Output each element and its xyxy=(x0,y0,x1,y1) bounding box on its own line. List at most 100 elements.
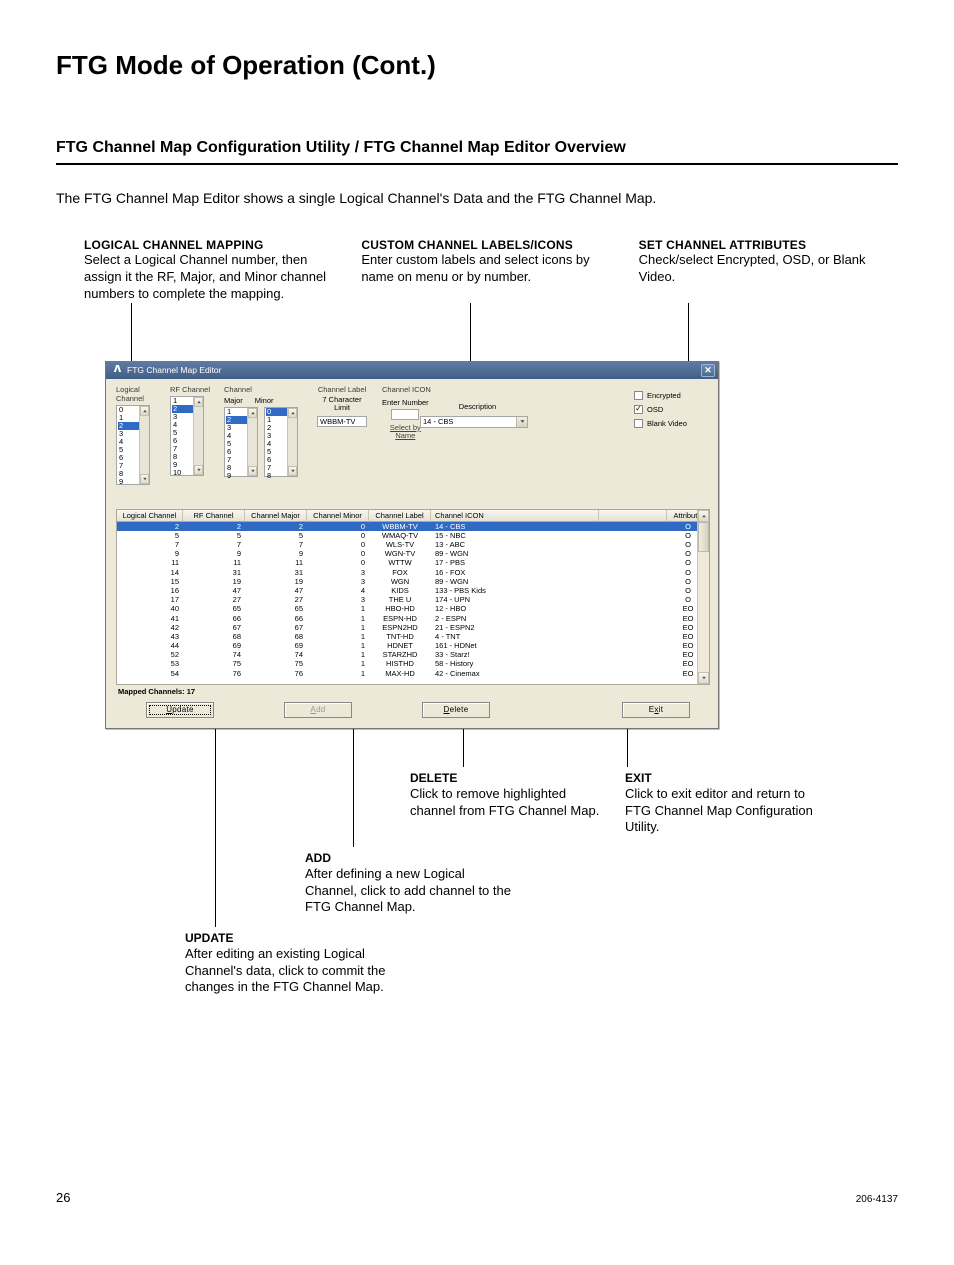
column-header[interactable]: Channel Major xyxy=(245,510,307,522)
cell: 76 xyxy=(183,669,245,678)
cell: 68 xyxy=(183,632,245,641)
table-row[interactable]: 1519193WGN89 - WGNO xyxy=(117,577,709,586)
cell: 89 - WGN xyxy=(431,577,599,586)
cell: 133 - PBS Kids xyxy=(431,586,599,595)
intro-text: The FTG Channel Map Editor shows a singl… xyxy=(56,189,898,208)
cell: 27 xyxy=(245,595,307,604)
cell: 11 xyxy=(183,558,245,567)
table-row[interactable]: 2220WBBM-TV14 - CBSO xyxy=(117,522,709,531)
cell: HBO-HD xyxy=(369,604,431,613)
label-description: Description xyxy=(459,402,497,411)
cell: 16 - FOX xyxy=(431,568,599,577)
scrollbar[interactable] xyxy=(193,397,203,475)
cell: 19 xyxy=(183,577,245,586)
table-row[interactable]: 4267671ESPN2HD21 - ESPN2EO xyxy=(117,623,709,632)
cell xyxy=(599,531,667,540)
minor-list[interactable]: 012345678 xyxy=(264,407,298,477)
table-row[interactable]: 4368681TNT-HD4 - TNTEO xyxy=(117,632,709,641)
cell: WLS-TV xyxy=(369,540,431,549)
cell: WMAQ-TV xyxy=(369,531,431,540)
update-button[interactable]: Update xyxy=(146,702,214,718)
cell: 3 xyxy=(307,568,369,577)
column-header[interactable]: RF Channel xyxy=(183,510,245,522)
cell: 43 xyxy=(117,632,183,641)
cell: 41 xyxy=(117,613,183,622)
titlebar-text: FTG Channel Map Editor xyxy=(127,365,221,375)
cell xyxy=(599,659,667,668)
column-header[interactable]: Channel Label xyxy=(369,510,431,522)
titlebar[interactable]: FTG Channel Map Editor ✕ xyxy=(106,362,718,379)
exit-button[interactable]: Exit xyxy=(622,702,690,718)
icon-description-dropdown[interactable]: 14 - CBS xyxy=(420,416,528,428)
column-header[interactable] xyxy=(599,510,667,522)
table-row[interactable]: 4166661ESPN-HD2 - ESPNEO xyxy=(117,613,709,622)
cell: 69 xyxy=(183,641,245,650)
channel-label-input[interactable]: WBBM-TV xyxy=(317,416,367,427)
table-row[interactable]: 4469691HDNET161 - HDNetEO xyxy=(117,641,709,650)
cell: 5 xyxy=(183,531,245,540)
scrollbar[interactable] xyxy=(697,510,709,684)
table-row[interactable]: 5375751HISTHD58 - HistoryEO xyxy=(117,659,709,668)
cell: HDNET xyxy=(369,641,431,650)
chevron-down-icon[interactable] xyxy=(140,474,149,484)
cell: 53 xyxy=(117,659,183,668)
table-row[interactable]: 5476761MAX-HD42 - CinemaxEO xyxy=(117,669,709,678)
blank-video-checkbox[interactable] xyxy=(634,419,643,428)
delete-button[interactable]: Delete xyxy=(422,702,490,718)
table-row[interactable]: 5274741STARZHD33 - Starz!EO xyxy=(117,650,709,659)
chevron-up-icon[interactable] xyxy=(698,510,709,522)
table-row[interactable]: 7770WLS-TV13 - ABCO xyxy=(117,540,709,549)
column-header[interactable]: Channel Minor xyxy=(307,510,369,522)
cell: 14 xyxy=(117,568,183,577)
cell: ESPN2HD xyxy=(369,623,431,632)
cell xyxy=(599,586,667,595)
table-row[interactable]: 5550WMAQ-TV15 - NBCO xyxy=(117,531,709,540)
table-row[interactable]: 1431313FOX16 - FOXO xyxy=(117,568,709,577)
chevron-down-icon[interactable] xyxy=(248,466,257,476)
scrollbar[interactable] xyxy=(139,406,149,484)
table-row[interactable]: 1647474KIDS133 - PBS KidsO xyxy=(117,586,709,595)
cell: 9 xyxy=(117,549,183,558)
cell: 11 xyxy=(117,558,183,567)
cell: 1 xyxy=(307,632,369,641)
major-list[interactable]: 123456789 xyxy=(224,407,258,477)
cell: 67 xyxy=(245,623,307,632)
table-row[interactable]: 4065651HBO-HD12 - HBOEO xyxy=(117,604,709,613)
table-row[interactable]: 1111110WTTW17 - PBSO xyxy=(117,558,709,567)
chevron-up-icon[interactable] xyxy=(194,397,203,407)
chevron-up-icon[interactable] xyxy=(248,408,257,418)
cell: 1 xyxy=(307,641,369,650)
cell: 2 xyxy=(245,522,307,531)
chevron-down-icon[interactable] xyxy=(516,417,527,427)
cell: 11 xyxy=(245,558,307,567)
chevron-up-icon[interactable] xyxy=(288,408,297,418)
table-row[interactable]: 1727273THE U174 - UPNO xyxy=(117,595,709,604)
osd-checkbox[interactable] xyxy=(634,405,643,414)
logical-channel-list[interactable]: 0123456789 xyxy=(116,405,150,485)
column-header[interactable]: Logical Channel xyxy=(117,510,183,522)
close-icon[interactable]: ✕ xyxy=(701,364,715,377)
rf-channel-list[interactable]: 12345678910 xyxy=(170,396,204,476)
cell: WBBM-TV xyxy=(369,522,431,531)
chevron-down-icon[interactable] xyxy=(194,465,203,475)
chevron-up-icon[interactable] xyxy=(140,406,149,416)
cell: 67 xyxy=(183,623,245,632)
mapped-channels-count: Mapped Channels: 17 xyxy=(116,685,710,702)
column-header[interactable]: Channel ICON xyxy=(431,510,599,522)
channel-grid[interactable]: Logical ChannelRF ChannelChannel MajorCh… xyxy=(116,509,710,685)
table-row[interactable]: 9990WGN-TV89 - WGNO xyxy=(117,549,709,558)
cell: 0 xyxy=(307,540,369,549)
icon-number-input[interactable] xyxy=(391,409,419,420)
chevron-down-icon[interactable] xyxy=(698,672,709,684)
label-blank-video: Blank Video xyxy=(647,419,687,428)
scrollbar[interactable] xyxy=(247,408,257,476)
cell: 0 xyxy=(307,522,369,531)
add-button[interactable]: Add xyxy=(284,702,352,718)
cell: 1 xyxy=(307,623,369,632)
encrypted-checkbox[interactable] xyxy=(634,391,643,400)
scrollbar[interactable] xyxy=(287,408,297,476)
cell: WGN-TV xyxy=(369,549,431,558)
scrollbar-thumb[interactable] xyxy=(698,522,709,552)
callout-body: Select a Logical Channel number, then as… xyxy=(84,252,343,303)
chevron-down-icon[interactable] xyxy=(288,466,297,476)
